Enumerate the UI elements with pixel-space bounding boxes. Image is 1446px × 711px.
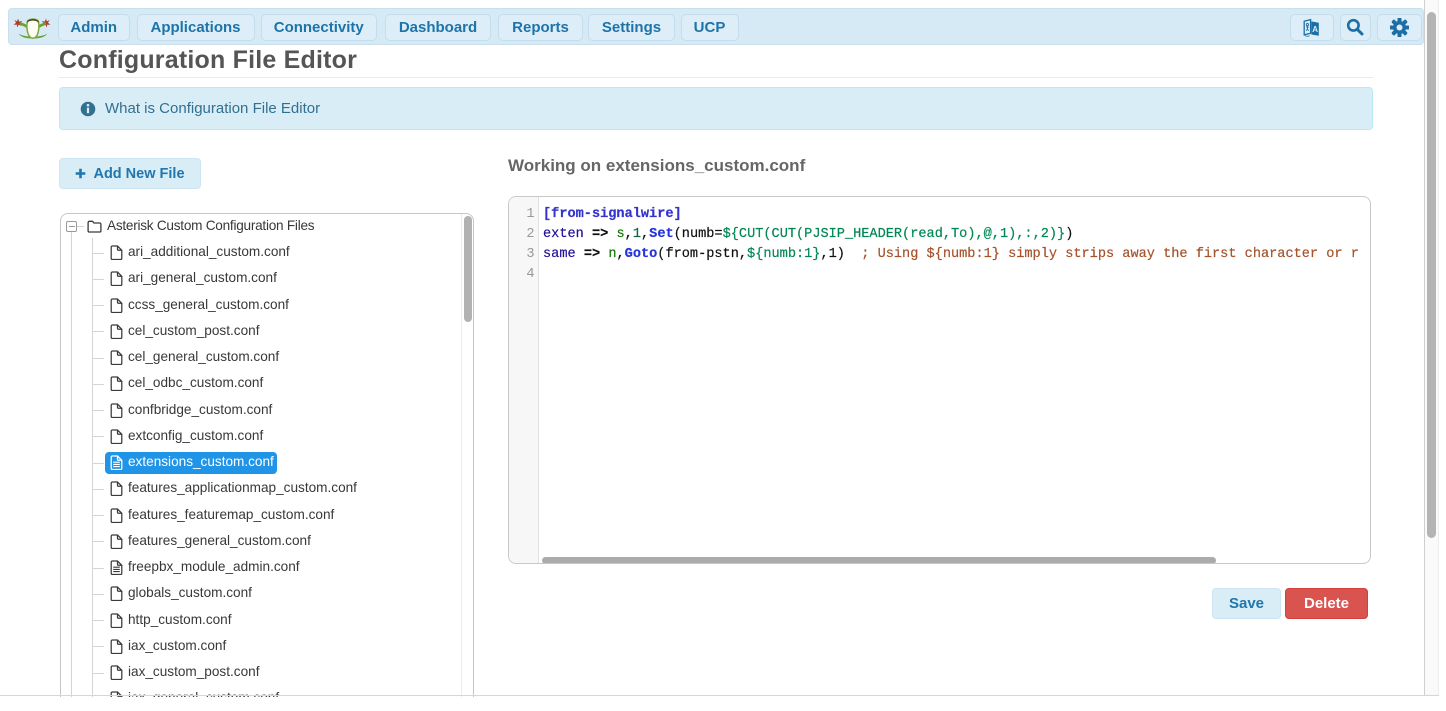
svg-text:A: A — [1312, 24, 1318, 33]
